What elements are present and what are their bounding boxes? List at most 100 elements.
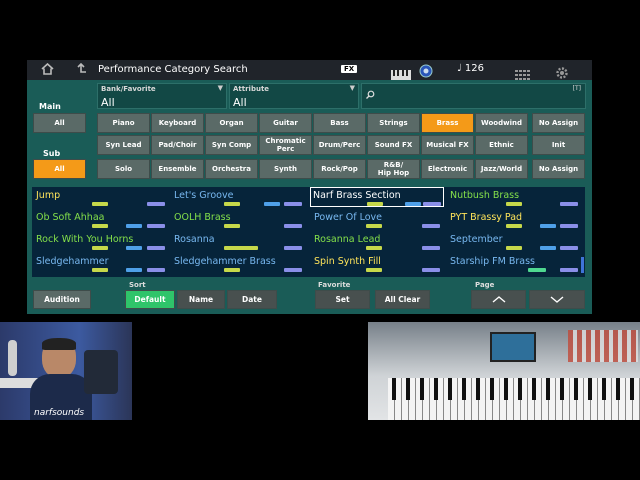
main-organ-button[interactable]: Organ — [205, 113, 258, 133]
main-brass-button[interactable]: Brass — [421, 113, 474, 133]
attribute-value: All — [233, 96, 247, 109]
list-item[interactable]: Jump — [34, 189, 168, 207]
list-item[interactable]: OOLH Brass — [172, 211, 306, 229]
main-chromatic-perc-button[interactable]: Chromatic Perc — [259, 135, 312, 155]
list-item[interactable]: Starship FM Brass — [448, 255, 582, 273]
results-list: Jump Let's Groove Narf Brass Section Nut… — [32, 187, 585, 277]
keyboard-camera-feed — [368, 322, 640, 420]
tempo-value: 126 — [464, 63, 484, 74]
tag-badge — [92, 224, 108, 228]
main-guitar-button[interactable]: Guitar — [259, 113, 312, 133]
tag-badge — [422, 268, 440, 272]
list-item[interactable]: PYT Brassy Pad — [448, 211, 582, 229]
fx-badge[interactable]: FX — [341, 65, 358, 73]
list-item-label: Sledgehammer Brass — [174, 256, 276, 267]
main-ethnic-button[interactable]: Ethnic — [475, 135, 528, 155]
piano-keys-icon[interactable] — [391, 65, 411, 84]
main-drum-perc-button[interactable]: Drum/Perc — [313, 135, 366, 155]
favorite-all-clear-button[interactable]: All Clear — [375, 290, 430, 309]
page-up-button[interactable] — [471, 290, 526, 309]
tag-badge — [506, 224, 522, 228]
assign-icon[interactable] — [419, 63, 433, 82]
sub-jazz-world-button[interactable]: Jazz/World — [475, 159, 528, 179]
list-item-label: Power Of Love — [314, 212, 382, 223]
tempo-display[interactable]: ♩ 126 — [457, 63, 484, 74]
tag-badge — [126, 246, 142, 250]
tag-badge — [367, 202, 383, 206]
gear-icon[interactable] — [556, 64, 568, 83]
main-woodwind-button[interactable]: Woodwind — [475, 113, 528, 133]
sub-all-button[interactable]: All — [33, 159, 86, 179]
main-syn-lead-button[interactable]: Syn Lead — [97, 135, 150, 155]
main-no-assign-button[interactable]: No Assign — [532, 113, 585, 133]
tag-badge — [92, 246, 108, 250]
list-item-label: Jump — [36, 190, 61, 201]
sort-date-button[interactable]: Date — [227, 290, 277, 309]
list-item-label: Rock With You Horns — [36, 234, 134, 245]
list-item[interactable]: Rosanna Lead — [310, 233, 444, 251]
sub-ensemble-button[interactable]: Ensemble — [151, 159, 204, 179]
list-item[interactable]: Spin Synth Fill — [310, 255, 444, 273]
list-item[interactable]: Sledgehammer — [34, 255, 168, 273]
list-item[interactable]: Rosanna — [172, 233, 306, 251]
audition-button[interactable]: Audition — [33, 290, 91, 309]
init-button[interactable]: Init — [532, 135, 585, 155]
favorite-header: Favorite — [318, 281, 351, 289]
main-syn-comp-button[interactable]: Syn Comp — [205, 135, 258, 155]
tag-badge — [284, 224, 302, 228]
tag-badge — [264, 202, 280, 206]
sub-electronic-button[interactable]: Electronic — [421, 159, 474, 179]
list-item-label: Let's Groove — [174, 190, 234, 201]
home-icon[interactable] — [41, 62, 54, 78]
sub-solo-button[interactable]: Solo — [97, 159, 150, 179]
tag-badge — [147, 268, 165, 272]
tag-badge — [147, 202, 165, 206]
synth-screen: Performance Category Search FX ♩ 126 Ban… — [27, 60, 592, 314]
grid-icon[interactable] — [515, 65, 531, 84]
main-musical-fx-button[interactable]: Musical FX — [421, 135, 474, 155]
list-item[interactable]: Let's Groove — [172, 189, 306, 207]
sub-synth-button[interactable]: Synth — [259, 159, 312, 179]
main-sound-fx-button[interactable]: Sound FX — [367, 135, 420, 155]
note-icon: ♩ — [457, 63, 462, 74]
search-field[interactable]: [T] — [361, 83, 586, 109]
main-piano-button[interactable]: Piano — [97, 113, 150, 133]
list-item[interactable]: Sledgehammer Brass — [172, 255, 306, 273]
tag-badge — [92, 202, 108, 206]
sub-rnb-hip-hop-button[interactable]: R&B/ Hip Hop — [367, 159, 420, 179]
list-item-label: OOLH Brass — [174, 212, 231, 223]
tag-badge — [147, 224, 165, 228]
attribute-select[interactable]: Attribute ▼ All — [229, 83, 359, 109]
tag-badge — [224, 268, 240, 272]
tag-badge — [366, 268, 382, 272]
list-item[interactable]: Power Of Love — [310, 211, 444, 229]
list-item-label: Nutbush Brass — [450, 190, 520, 201]
chevron-down-icon: ▼ — [217, 84, 223, 92]
list-item-selected[interactable]: Narf Brass Section — [310, 187, 444, 207]
bank-favorite-select[interactable]: Bank/Favorite ▼ All — [97, 83, 227, 109]
main-all-button[interactable]: All — [33, 113, 86, 133]
tag-badge — [126, 224, 142, 228]
sub-no-assign-button[interactable]: No Assign — [532, 159, 585, 179]
list-item[interactable]: Rock With You Horns — [34, 233, 168, 251]
list-item[interactable]: Nutbush Brass — [448, 189, 582, 207]
main-pad-choir-button[interactable]: Pad/Choir — [151, 135, 204, 155]
list-item[interactable]: September — [448, 233, 582, 251]
main-keyboard-button[interactable]: Keyboard — [151, 113, 204, 133]
main-strings-button[interactable]: Strings — [367, 113, 420, 133]
back-arrow-icon[interactable] — [75, 62, 87, 78]
tag-badge — [540, 246, 556, 250]
list-item[interactable]: Ob Soft Ahhaa — [34, 211, 168, 229]
list-item-label: Ob Soft Ahhaa — [36, 212, 105, 223]
scrollbar-thumb[interactable] — [581, 257, 584, 273]
list-item-label: Narf Brass Section — [313, 190, 401, 201]
sort-name-button[interactable]: Name — [177, 290, 225, 309]
list-item-label: PYT Brassy Pad — [450, 212, 523, 223]
sub-orchestra-button[interactable]: Orchestra — [205, 159, 258, 179]
sub-rock-pop-button[interactable]: Rock/Pop — [313, 159, 366, 179]
tag-badge — [405, 202, 421, 206]
favorite-set-button[interactable]: Set — [315, 290, 370, 309]
page-down-button[interactable] — [529, 290, 585, 309]
main-bass-button[interactable]: Bass — [313, 113, 366, 133]
sort-default-button[interactable]: Default — [125, 290, 175, 309]
